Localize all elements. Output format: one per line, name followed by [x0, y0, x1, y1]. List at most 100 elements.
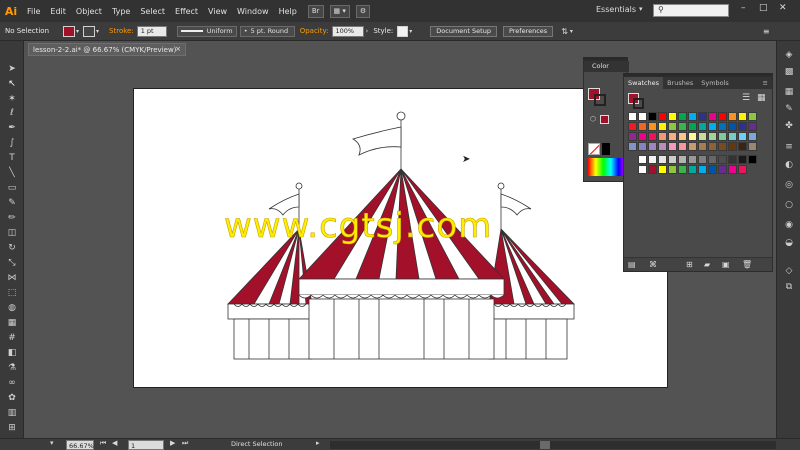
swatch[interactable]	[748, 122, 757, 131]
previous-artboard-icon[interactable]: ◀	[112, 439, 117, 447]
document-setup-button[interactable]: Document Setup	[430, 25, 497, 37]
none-swatch[interactable]	[588, 143, 600, 155]
swatch[interactable]	[708, 132, 717, 141]
preferences-button[interactable]: Preferences	[502, 25, 554, 37]
color-spectrum[interactable]	[588, 158, 626, 176]
menu-view[interactable]: View	[203, 7, 232, 16]
swatch[interactable]	[628, 122, 637, 131]
swatch[interactable]	[648, 132, 657, 141]
new-group-icon[interactable]: ▰	[704, 260, 710, 269]
delete-swatch-icon[interactable]: 🗑	[742, 260, 752, 269]
menu-type[interactable]: Type	[107, 7, 135, 16]
gray-swatch[interactable]	[668, 155, 677, 164]
swatch[interactable]	[688, 165, 697, 174]
document-tab[interactable]: lesson-2-2.ai* @ 66.67% (CMYK/Preview) ×	[28, 43, 186, 56]
next-artboard-icon[interactable]: ▶	[170, 439, 175, 447]
symbol-sprayer-icon[interactable]: ✿	[6, 392, 18, 404]
horizontal-scrollbar[interactable]	[330, 441, 776, 449]
swatch[interactable]	[738, 165, 747, 174]
pathfinder-icon[interactable]: ◒	[782, 237, 796, 250]
gray-swatch[interactable]	[688, 155, 697, 164]
swatch[interactable]	[658, 122, 667, 131]
swatch[interactable]	[718, 122, 727, 131]
swatch[interactable]	[668, 142, 677, 151]
arrange-documents-button[interactable]: ▦ ▾	[329, 4, 350, 18]
close-icon[interactable]: ×	[175, 45, 181, 53]
chevron-down-icon[interactable]: ▾	[409, 28, 412, 35]
rotate-icon[interactable]: ↻	[6, 242, 18, 254]
stroke-swatch[interactable]	[83, 25, 96, 37]
swatch[interactable]	[718, 142, 727, 151]
swatch[interactable]	[638, 132, 647, 141]
chevron-down-icon[interactable]: ▾	[570, 28, 573, 35]
tab-brushes[interactable]: Brushes	[663, 77, 697, 89]
graphic-styles-icon[interactable]: ◉	[782, 219, 796, 232]
close-icon[interactable]: ✕	[779, 3, 787, 13]
gray-swatch[interactable]	[638, 155, 647, 164]
swatch[interactable]	[728, 165, 737, 174]
color-guide-icon[interactable]: ▩	[782, 66, 796, 79]
swatch[interactable]	[648, 122, 657, 131]
swatch[interactable]	[728, 142, 737, 151]
menu-select[interactable]: Select	[135, 7, 170, 16]
minimize-icon[interactable]: –	[741, 3, 746, 13]
width-tool-icon[interactable]: ⋈	[6, 272, 18, 284]
swatch[interactable]	[698, 112, 707, 121]
swatch[interactable]	[698, 142, 707, 151]
direct-selection-tool-icon[interactable]: ↖	[6, 78, 18, 90]
new-swatch-icon[interactable]: ▣	[722, 260, 730, 269]
chevron-down-icon[interactable]: ▾	[639, 5, 643, 13]
swatch[interactable]	[668, 122, 677, 131]
bridge-button[interactable]: Br	[307, 4, 324, 18]
free-transform-icon[interactable]: ⬚	[6, 287, 18, 299]
gpu-icon[interactable]: ⚙	[355, 4, 371, 18]
shape-builder-icon[interactable]: ◍	[6, 302, 18, 314]
layers-icon[interactable]: ◇	[782, 265, 796, 278]
swatch[interactable]	[738, 132, 747, 141]
list-view-icon[interactable]: ☰	[742, 93, 750, 103]
artboards-icon[interactable]: ⧉	[782, 281, 796, 294]
stroke-profile-select[interactable]: Uniform	[176, 25, 237, 37]
help-search-input[interactable]	[653, 4, 729, 17]
swatches-icon[interactable]: ▦	[782, 86, 796, 99]
gradient-icon[interactable]: ◧	[6, 347, 18, 359]
symbols-icon[interactable]: ✤	[782, 120, 796, 133]
gray-swatch[interactable]	[728, 155, 737, 164]
line-tool-icon[interactable]: ╲	[6, 167, 18, 179]
swatch[interactable]	[648, 165, 657, 174]
menu-help[interactable]: Help	[274, 7, 302, 16]
perspective-icon[interactable]: ▦	[6, 317, 18, 329]
status-menu-icon[interactable]: ▸	[316, 439, 320, 447]
column-graph-icon[interactable]: ▥	[6, 407, 18, 419]
rectangle-tool-icon[interactable]: ▭	[6, 182, 18, 194]
panel-menu-icon[interactable]: ≡	[759, 77, 772, 89]
gray-swatch[interactable]	[648, 155, 657, 164]
transparency-icon[interactable]: ◎	[782, 179, 796, 192]
swatch[interactable]	[728, 122, 737, 131]
gray-swatch[interactable]	[718, 155, 727, 164]
swatch[interactable]	[738, 142, 747, 151]
chevron-down-icon[interactable]: ▾	[50, 439, 54, 447]
swatch[interactable]	[718, 165, 727, 174]
swatch[interactable]	[658, 132, 667, 141]
stroke-label[interactable]: Stroke:	[109, 27, 134, 35]
color-stroke-swatch[interactable]	[594, 94, 606, 106]
swatch[interactable]	[678, 165, 687, 174]
swatch[interactable]	[638, 165, 647, 174]
zoom-field[interactable]: 66.67%	[66, 440, 94, 450]
swatch[interactable]	[648, 142, 657, 151]
library-icon[interactable]: ▤	[628, 260, 636, 269]
swatch[interactable]	[718, 132, 727, 141]
swatch[interactable]	[748, 112, 757, 121]
menu-effect[interactable]: Effect	[170, 7, 203, 16]
swatch[interactable]	[698, 165, 707, 174]
swatch[interactable]	[688, 112, 697, 121]
maximize-icon[interactable]: □	[759, 3, 768, 13]
menu-window[interactable]: Window	[232, 7, 274, 16]
gray-swatch[interactable]	[658, 155, 667, 164]
eyedropper-icon[interactable]: ⚗	[6, 362, 18, 374]
brushes-icon[interactable]: ✎	[782, 103, 796, 116]
swatch[interactable]	[728, 132, 737, 141]
selection-tool-icon[interactable]: ➤	[6, 63, 18, 75]
tab-symbols[interactable]: Symbols	[697, 77, 733, 89]
